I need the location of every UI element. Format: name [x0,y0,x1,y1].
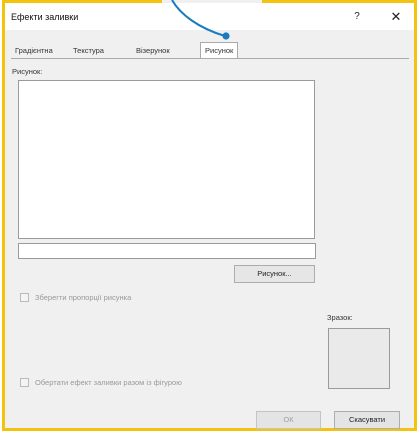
dialog-title: Ефекти заливки [11,12,79,22]
tab-gradient[interactable]: Градієнтна [11,44,57,58]
help-icon[interactable]: ? [344,7,370,27]
title-bar: Ефекти заливки ? ✕ [5,3,414,30]
rotate-with-shape-option[interactable]: Обертати ефект заливки разом із фігурою [20,378,240,388]
sample-label: Зразок: [327,313,353,322]
ok-button[interactable]: ОК [256,411,321,429]
picture-preview [18,80,315,239]
select-picture-button[interactable]: Рисунок... [234,265,315,283]
keep-proportions-label: Зберегти пропорції рисунка [35,293,132,302]
tab-pattern[interactable]: Візерунок [132,44,174,58]
keep-proportions-checkbox[interactable] [20,293,29,302]
picture-path-field[interactable] [18,243,316,259]
keep-proportions-option[interactable]: Зберегти пропорції рисунка [20,293,220,303]
picture-section-label: Рисунок: [12,67,43,76]
close-icon[interactable]: ✕ [383,7,409,27]
sample-preview [328,328,390,389]
tab-texture[interactable]: Текстура [69,44,108,58]
tab-picture[interactable]: Рисунок [200,42,239,59]
rotate-with-shape-checkbox[interactable] [20,378,29,387]
cancel-button[interactable]: Скасувати [334,411,400,429]
rotate-with-shape-label: Обертати ефект заливки разом із фігурою [35,378,182,387]
